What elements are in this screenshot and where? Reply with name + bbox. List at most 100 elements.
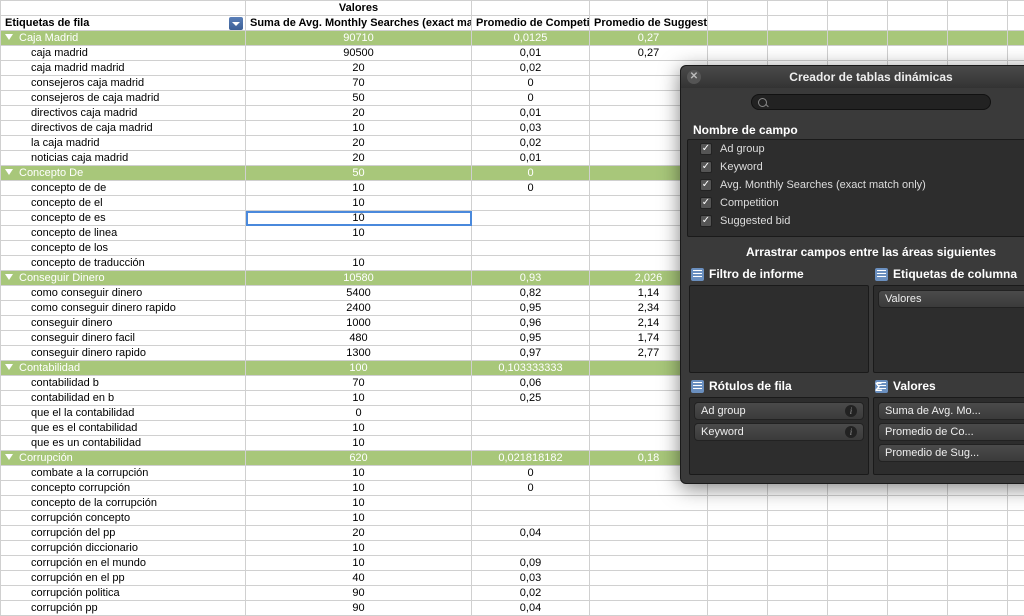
cell-competition[interactable]: 0,021818182 <box>472 451 590 466</box>
pivot-row-label[interactable]: combate a la corrupción <box>1 466 246 481</box>
pivot-row-label[interactable]: contabilidad b <box>1 376 246 391</box>
field-row[interactable]: Competition <box>700 194 1024 212</box>
pivot-row-label[interactable]: corrupción pp <box>1 601 246 616</box>
cell-competition[interactable] <box>472 421 590 436</box>
expand-icon[interactable] <box>5 454 13 460</box>
group-row-label[interactable]: Corrupción <box>1 451 246 466</box>
cell-competition[interactable]: 0 <box>472 166 590 181</box>
pivot-row-label[interactable]: que es el contabilidad <box>1 421 246 436</box>
cell-searches[interactable]: 10 <box>246 256 472 271</box>
cell-competition[interactable]: 0 <box>472 466 590 481</box>
cell-searches[interactable]: 1000 <box>246 316 472 331</box>
cell-competition[interactable]: 0,01 <box>472 106 590 121</box>
cell-competition[interactable]: 0 <box>472 76 590 91</box>
cell-competition[interactable] <box>472 436 590 451</box>
cell-searches[interactable]: 10 <box>246 496 472 511</box>
checkbox[interactable] <box>700 215 712 227</box>
pivot-row-label[interactable]: consejeros caja madrid <box>1 76 246 91</box>
checkbox[interactable] <box>700 179 712 191</box>
cell-bid[interactable]: 0,27 <box>590 46 708 61</box>
cell-searches[interactable]: 620 <box>246 451 472 466</box>
group-row-label[interactable]: Contabilidad <box>1 361 246 376</box>
info-icon[interactable]: i <box>845 405 857 417</box>
field-row[interactable]: Keyword <box>700 158 1024 176</box>
cell-competition[interactable] <box>472 241 590 256</box>
cell-competition[interactable] <box>472 226 590 241</box>
field-row[interactable]: Ad group <box>700 140 1024 158</box>
cell-searches[interactable]: 100 <box>246 361 472 376</box>
expand-icon[interactable] <box>5 169 13 175</box>
pivot-row-label[interactable]: corrupción diccionario <box>1 541 246 556</box>
area-pill[interactable]: Promedio de Co...i <box>878 423 1024 441</box>
pivot-row-label[interactable]: directivos de caja madrid <box>1 121 246 136</box>
area-rows[interactable]: Rótulos de fila Ad groupiKeywordi <box>689 377 869 475</box>
area-pill[interactable]: Ad groupi <box>694 402 864 420</box>
pivot-row-label[interactable]: conseguir dinero rapido <box>1 346 246 361</box>
cell-searches[interactable]: 20 <box>246 61 472 76</box>
cell-competition[interactable] <box>472 511 590 526</box>
pivot-row-label[interactable]: que es un contabilidad <box>1 436 246 451</box>
cell-competition[interactable]: 0,93 <box>472 271 590 286</box>
cell-competition[interactable]: 0,0125 <box>472 31 590 46</box>
checkbox[interactable] <box>700 161 712 173</box>
cell-searches[interactable]: 20 <box>246 526 472 541</box>
cell-competition[interactable] <box>472 541 590 556</box>
pivot-row-label[interactable]: caja madrid <box>1 46 246 61</box>
area-values[interactable]: ΣValores Suma de Avg. Mo...iPromedio de … <box>873 377 1024 475</box>
cell-competition[interactable] <box>472 196 590 211</box>
cell-searches[interactable]: 90 <box>246 601 472 616</box>
group-row-label[interactable]: Concepto De <box>1 166 246 181</box>
pivot-row-label[interactable]: concepto de de <box>1 181 246 196</box>
pivot-row-label[interactable]: concepto corrupción <box>1 481 246 496</box>
cell-competition[interactable]: 0,02 <box>472 61 590 76</box>
cell-competition[interactable]: 0,06 <box>472 376 590 391</box>
cell-searches[interactable]: 70 <box>246 376 472 391</box>
cell-searches[interactable]: 40 <box>246 571 472 586</box>
cell-competition[interactable]: 0,02 <box>472 136 590 151</box>
cell-searches[interactable]: 90500 <box>246 46 472 61</box>
cell-searches[interactable]: 10580 <box>246 271 472 286</box>
cell-bid[interactable] <box>590 526 708 541</box>
cell-competition[interactable]: 0,09 <box>472 556 590 571</box>
cell-competition[interactable]: 0,02 <box>472 586 590 601</box>
cell-competition[interactable]: 0,01 <box>472 151 590 166</box>
cell-searches[interactable]: 10 <box>246 226 472 241</box>
cell-bid[interactable] <box>590 541 708 556</box>
cell-searches[interactable]: 10 <box>246 121 472 136</box>
cell-bid[interactable] <box>590 571 708 586</box>
expand-icon[interactable] <box>5 34 13 40</box>
cell-competition[interactable]: 0 <box>472 481 590 496</box>
cell-competition[interactable]: 0 <box>472 181 590 196</box>
cell-competition[interactable]: 0,01 <box>472 46 590 61</box>
expand-icon[interactable] <box>5 364 13 370</box>
pivot-row-label[interactable]: caja madrid madrid <box>1 61 246 76</box>
pivot-row-label[interactable]: como conseguir dinero <box>1 286 246 301</box>
area-columns[interactable]: Etiquetas de columna Valoresi <box>873 265 1024 373</box>
cell-searches[interactable]: 1300 <box>246 346 472 361</box>
pivot-row-label[interactable]: concepto de es <box>1 211 246 226</box>
cell-competition[interactable]: 0,03 <box>472 571 590 586</box>
cell-searches[interactable]: 480 <box>246 331 472 346</box>
pivot-row-label[interactable]: directivos caja madrid <box>1 106 246 121</box>
group-row-label[interactable]: Conseguir Dinero <box>1 271 246 286</box>
area-pill[interactable]: Suma de Avg. Mo...i <box>878 402 1024 420</box>
cell-searches[interactable]: 70 <box>246 76 472 91</box>
cell-searches[interactable]: 10 <box>246 481 472 496</box>
pivot-row-label[interactable]: que el la contabilidad <box>1 406 246 421</box>
cell-competition[interactable]: 0 <box>472 91 590 106</box>
cell-searches[interactable]: 90710 <box>246 31 472 46</box>
cell-bid[interactable]: 0,27 <box>590 31 708 46</box>
area-filter[interactable]: Filtro de informe <box>689 265 869 373</box>
pivot-row-label[interactable]: corrupción del pp <box>1 526 246 541</box>
cell-searches[interactable]: 2400 <box>246 301 472 316</box>
area-pill[interactable]: Keywordi <box>694 423 864 441</box>
info-icon[interactable]: i <box>845 426 857 438</box>
cell-searches[interactable]: 50 <box>246 166 472 181</box>
cell-competition[interactable]: 0,97 <box>472 346 590 361</box>
pivot-row-label[interactable]: corrupción politica <box>1 586 246 601</box>
cell-bid[interactable] <box>590 601 708 616</box>
pivot-row-label[interactable]: consejeros de caja madrid <box>1 91 246 106</box>
cell-searches[interactable] <box>246 241 472 256</box>
cell-competition[interactable] <box>472 496 590 511</box>
area-pill[interactable]: Valoresi <box>878 290 1024 308</box>
